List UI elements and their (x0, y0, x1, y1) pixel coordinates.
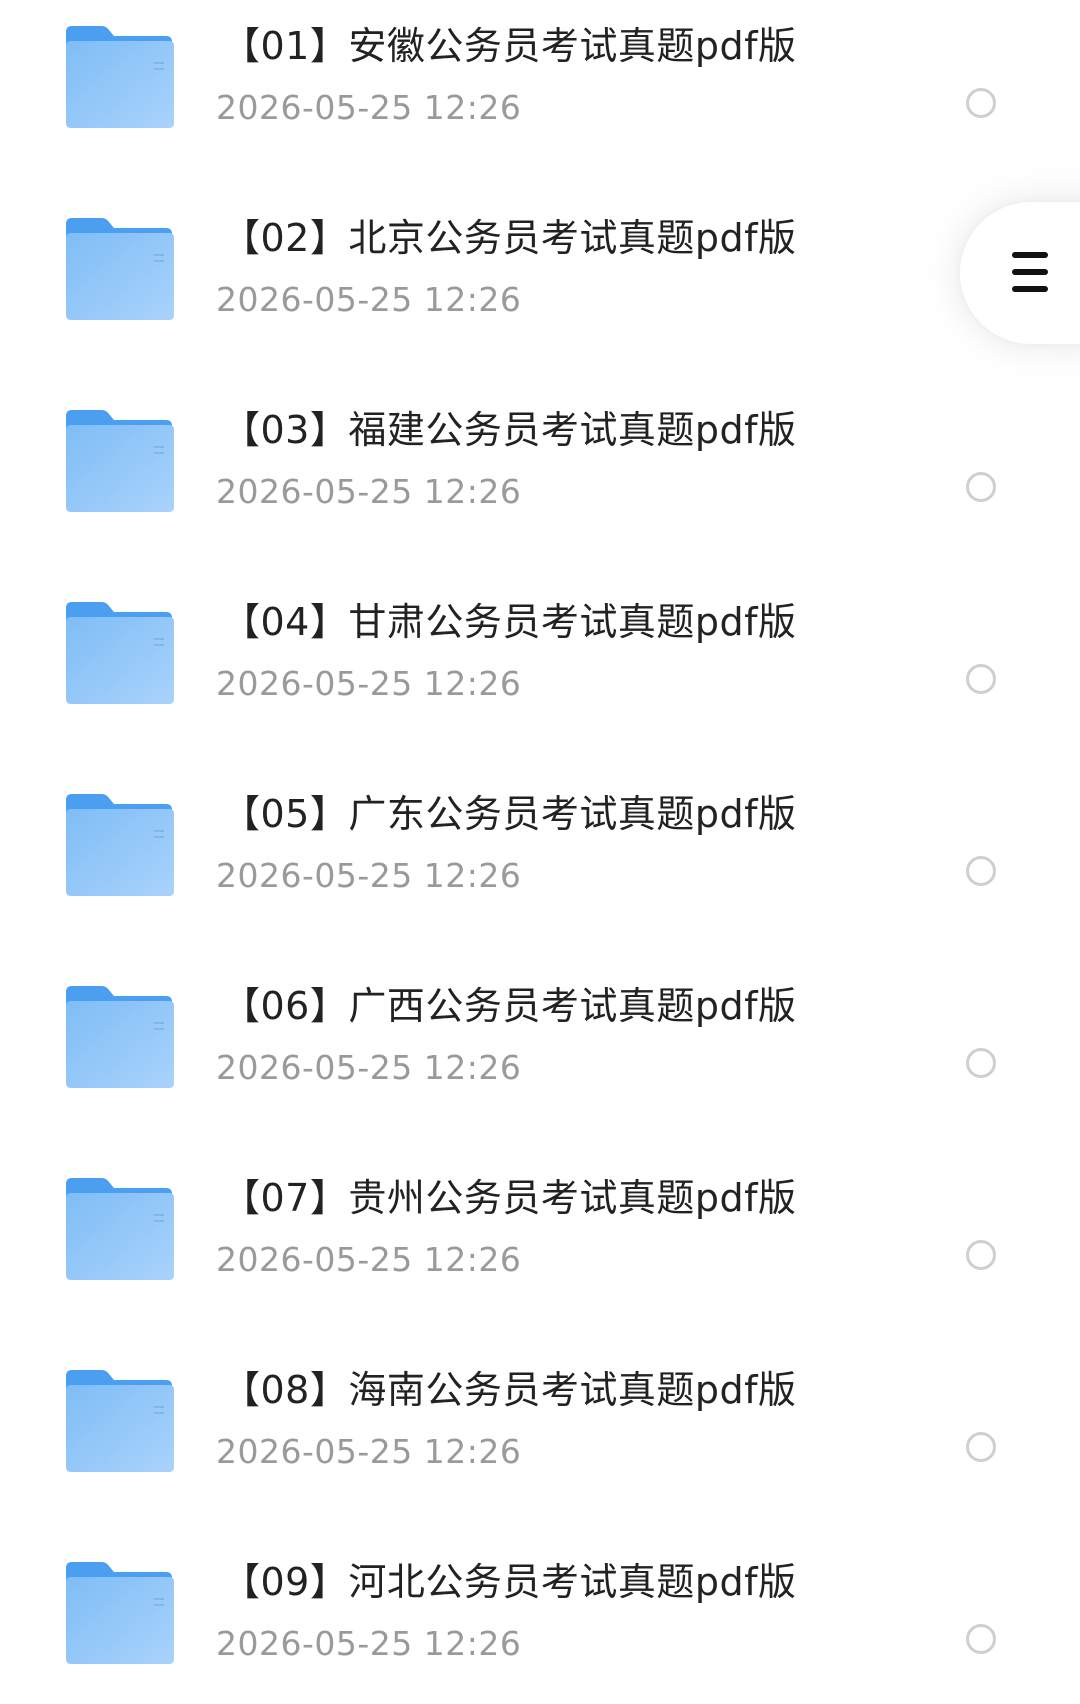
radio-unchecked-icon[interactable] (966, 1624, 996, 1654)
file-date: 2026-05-25 12:26 (216, 280, 522, 319)
file-date: 2026-05-25 12:26 (216, 856, 522, 895)
file-row[interactable]: 【08】海南公务员考试真题pdf版 2026-05-25 12:26 (0, 1344, 1080, 1536)
file-name: 【02】北京公务员考试真题pdf版 (222, 216, 797, 260)
file-name: 【04】甘肃公务员考试真题pdf版 (222, 600, 797, 644)
radio-unchecked-icon[interactable] (966, 664, 996, 694)
file-row[interactable]: 【01】安徽公务员考试真题pdf版 2026-05-25 12:26 (0, 0, 1080, 192)
file-name: 【03】福建公务员考试真题pdf版 (222, 408, 797, 452)
file-name: 【07】贵州公务员考试真题pdf版 (222, 1176, 797, 1220)
file-date: 2026-05-25 12:26 (216, 472, 522, 511)
file-browser-page: 【01】安徽公务员考试真题pdf版 2026-05-25 12:26 【02】北京公… (0, 0, 1080, 1704)
file-row[interactable]: 【06】广西公务员考试真题pdf版 2026-05-25 12:26 (0, 960, 1080, 1152)
file-date: 2026-05-25 12:26 (216, 88, 522, 127)
radio-unchecked-icon[interactable] (966, 1048, 996, 1078)
folder-icon (66, 1370, 174, 1472)
radio-unchecked-icon[interactable] (966, 856, 996, 886)
radio-unchecked-icon[interactable] (966, 1432, 996, 1462)
file-row[interactable]: 【02】北京公务员考试真题pdf版 2026-05-25 12:26 (0, 192, 1080, 384)
folder-icon (66, 26, 174, 128)
file-row[interactable]: 【04】甘肃公务员考试真题pdf版 2026-05-25 12:26 (0, 576, 1080, 768)
file-date: 2026-05-25 12:26 (216, 1432, 522, 1471)
folder-icon (66, 602, 174, 704)
file-date: 2026-05-25 12:26 (216, 1048, 522, 1087)
folder-icon (66, 986, 174, 1088)
file-name: 【05】广东公务员考试真题pdf版 (222, 792, 797, 836)
folder-icon (66, 218, 174, 320)
file-name: 【08】海南公务员考试真题pdf版 (222, 1368, 797, 1412)
radio-unchecked-icon[interactable] (966, 1240, 996, 1270)
file-date: 2026-05-25 12:26 (216, 1240, 522, 1279)
folder-icon (66, 410, 174, 512)
file-date: 2026-05-25 12:26 (216, 1624, 522, 1663)
file-date: 2026-05-25 12:26 (216, 664, 522, 703)
folder-icon (66, 794, 174, 896)
folder-icon (66, 1562, 174, 1664)
folder-icon (66, 1178, 174, 1280)
file-name: 【01】安徽公务员考试真题pdf版 (222, 24, 797, 68)
menu-icon (1012, 252, 1048, 292)
radio-unchecked-icon[interactable] (966, 472, 996, 502)
file-row[interactable]: 【07】贵州公务员考试真题pdf版 2026-05-25 12:26 (0, 1152, 1080, 1344)
file-name: 【06】广西公务员考试真题pdf版 (222, 984, 797, 1028)
file-row[interactable]: 【05】广东公务员考试真题pdf版 2026-05-25 12:26 (0, 768, 1080, 960)
file-name: 【09】河北公务员考试真题pdf版 (222, 1560, 797, 1604)
file-row[interactable]: 【03】福建公务员考试真题pdf版 2026-05-25 12:26 (0, 384, 1080, 576)
file-row[interactable]: 【09】河北公务员考试真题pdf版 2026-05-25 12:26 (0, 1536, 1080, 1704)
radio-unchecked-icon[interactable] (966, 88, 996, 118)
